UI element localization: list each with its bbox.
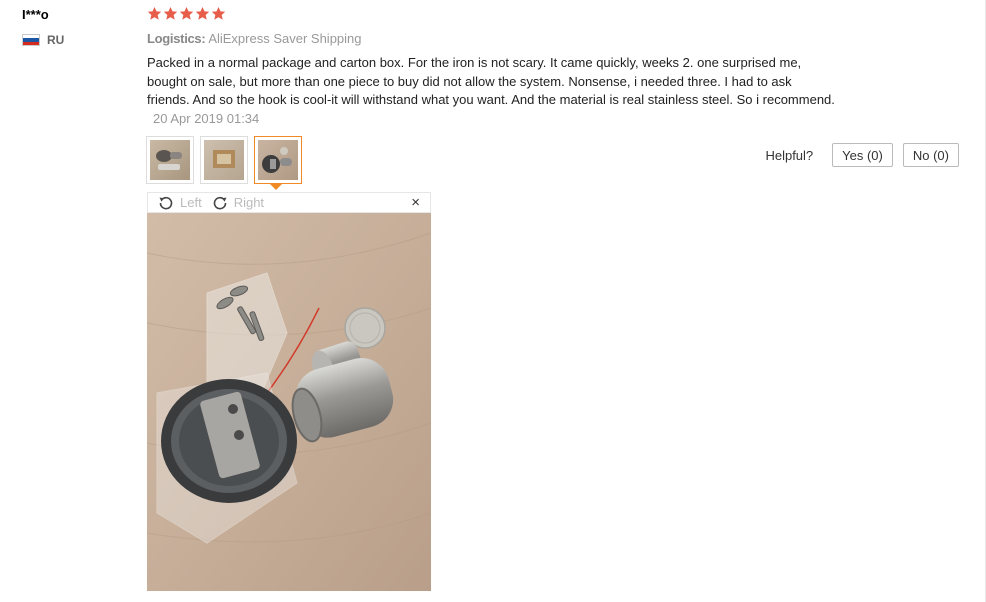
review-text: Packed in a normal package and carton bo… (147, 55, 835, 107)
rotate-right-label: Right (233, 195, 265, 210)
helpful-yes-button[interactable]: Yes (0) (832, 143, 893, 167)
star-icon (147, 6, 162, 20)
star-icon (211, 6, 226, 20)
helpful-vote: Helpful? Yes (0) No (0) (765, 143, 959, 167)
review-thumbnails (146, 136, 302, 184)
logistics-value: AliExpress Saver Shipping (208, 31, 362, 46)
rotate-left-label: Left (180, 195, 202, 210)
rotate-right-icon (213, 196, 227, 209)
review-body: Packed in a normal package and carton bo… (147, 54, 837, 128)
thumbnail-2[interactable] (200, 136, 248, 184)
close-viewer-button[interactable]: × (411, 194, 420, 211)
star-icon (195, 6, 210, 20)
helpful-label: Helpful? (765, 147, 814, 163)
helpful-no-button[interactable]: No (0) (902, 143, 959, 167)
russia-flag-icon (22, 34, 40, 46)
thumbnail-3[interactable] (254, 136, 302, 184)
rotate-left-icon (159, 196, 173, 209)
star-icon (163, 6, 178, 20)
rotate-left-button[interactable]: Left (158, 195, 202, 211)
rotate-right-button[interactable]: Right (212, 195, 264, 211)
star-rating (147, 6, 226, 21)
star-icon (179, 6, 194, 20)
active-thumbnail-pointer (270, 184, 282, 190)
logistics-info: Logistics: AliExpress Saver Shipping (147, 31, 362, 46)
thumbnail-1[interactable] (146, 136, 194, 184)
review-photo-enlarged (147, 213, 431, 591)
reviewer-country: RU (22, 33, 64, 47)
review-photo-image (147, 213, 431, 591)
image-viewer-toolbar: Left Right × (147, 192, 431, 213)
thumbnail-2-image (213, 150, 235, 168)
country-code: RU (47, 33, 65, 47)
review-date: 20 Apr 2019 01:34 (153, 110, 260, 126)
reviewer-name: I***o (22, 7, 49, 22)
logistics-label: Logistics: (147, 31, 206, 46)
thumbnail-3-image (262, 147, 292, 173)
thumbnail-1-image (156, 150, 182, 170)
